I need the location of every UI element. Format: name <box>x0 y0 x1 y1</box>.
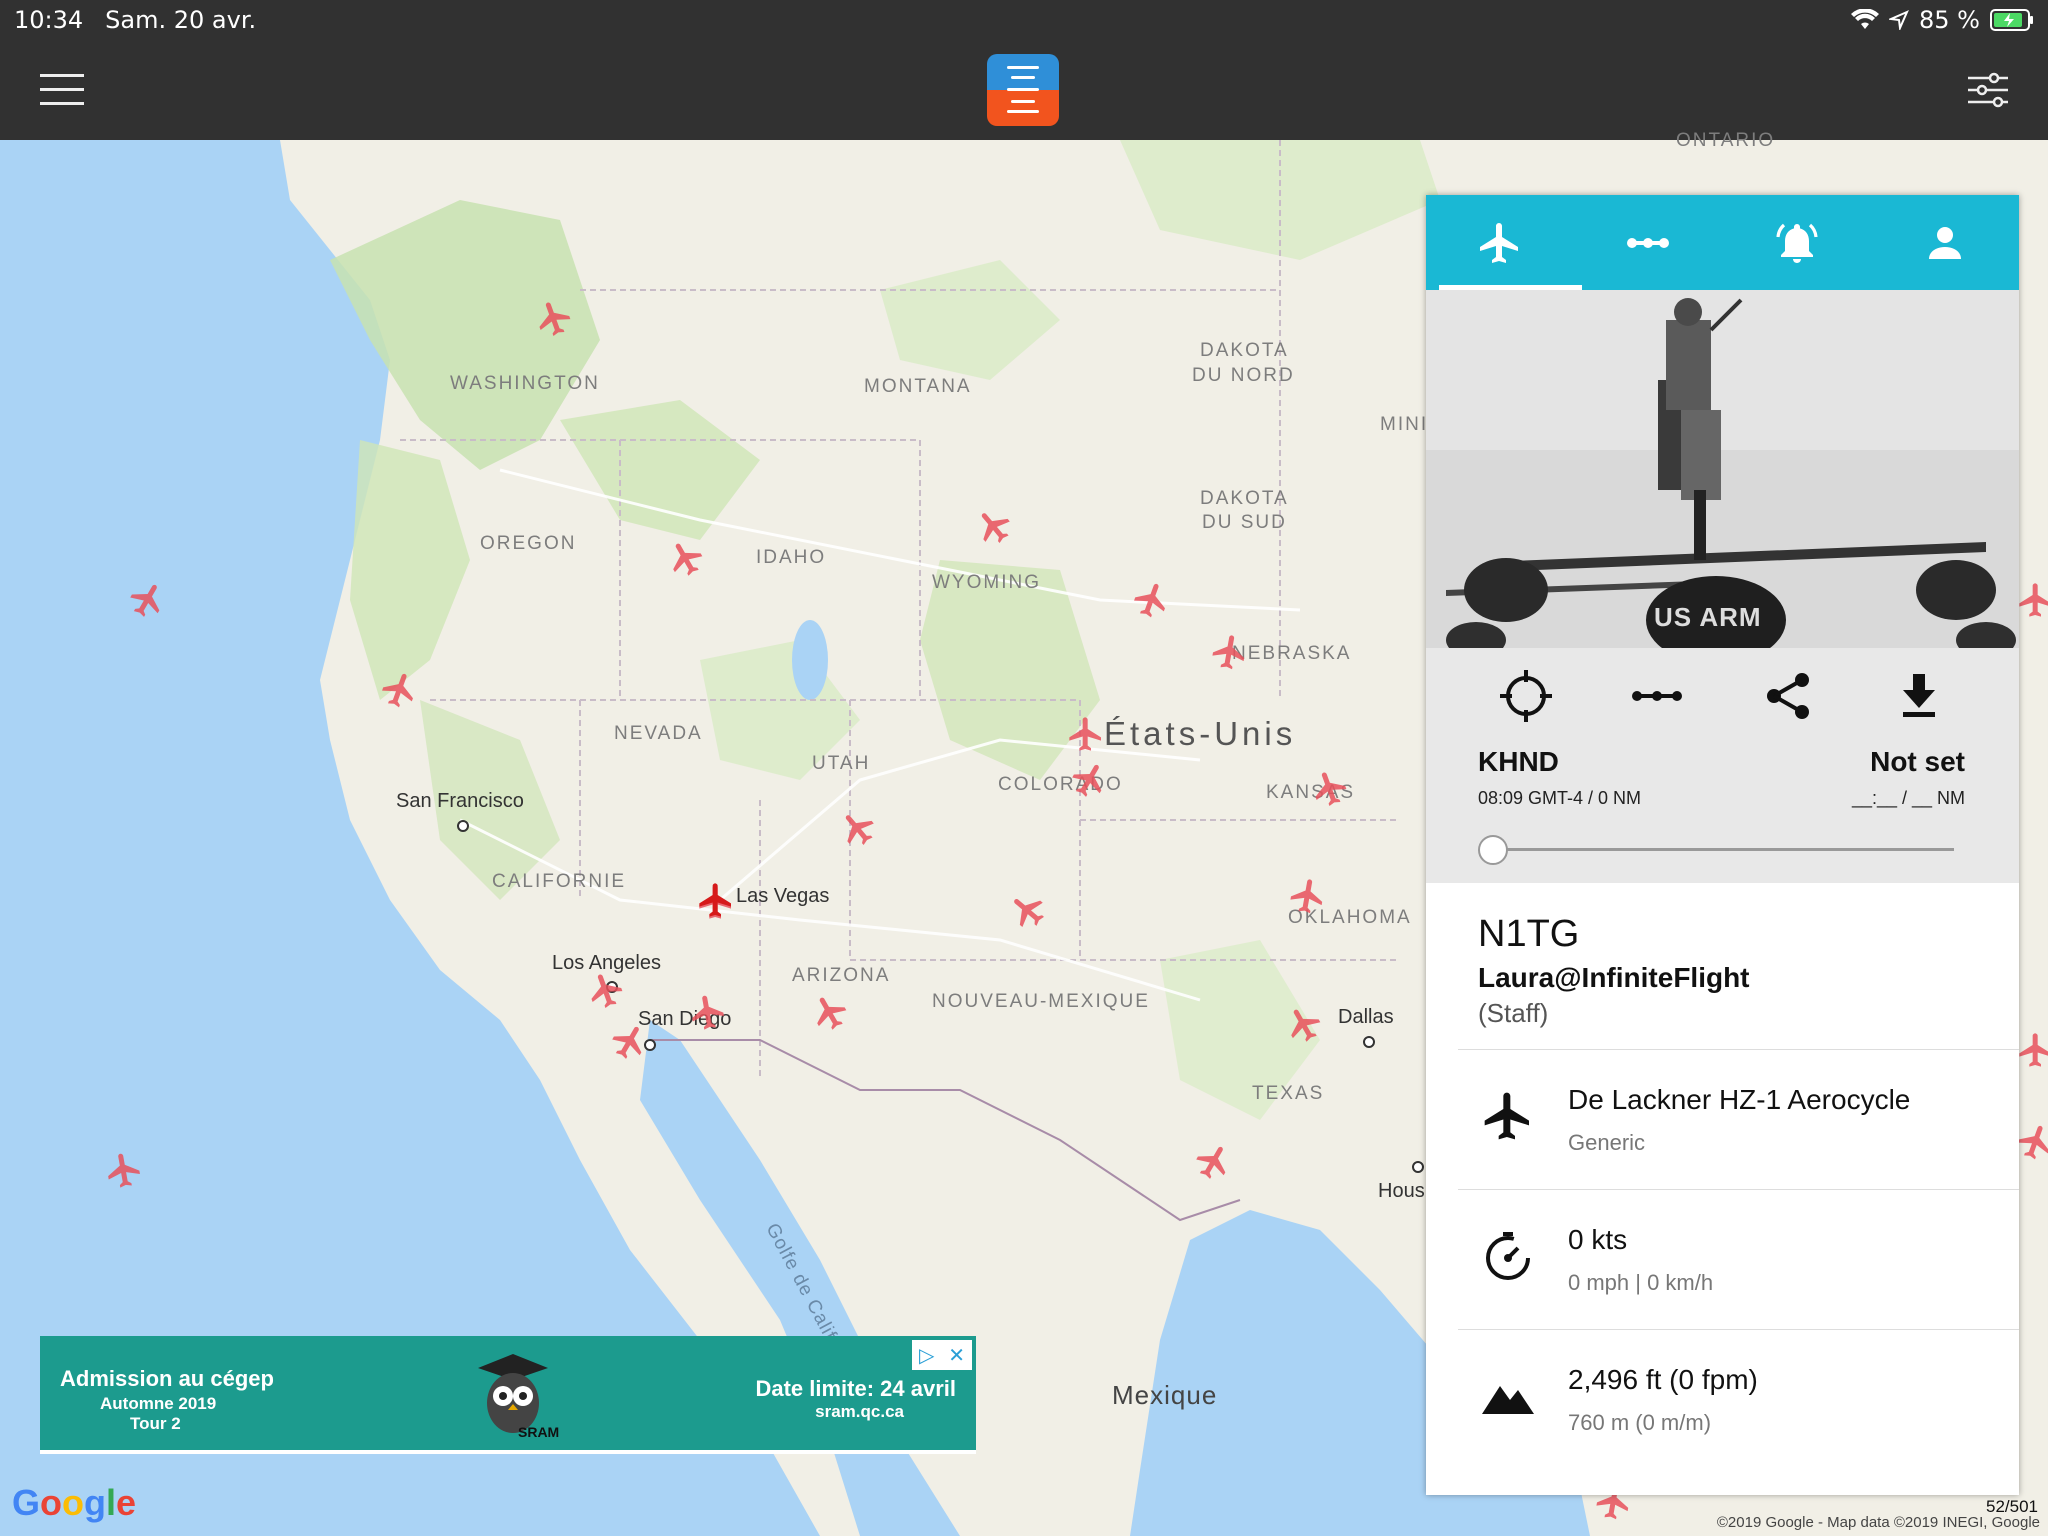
top-bar <box>0 40 2048 140</box>
city-san-francisco: San Francisco <box>396 790 524 812</box>
aircraft-marker-icon[interactable] <box>1207 629 1253 675</box>
callsign: N1TG <box>1478 913 1580 955</box>
airplane-icon <box>1484 1092 1529 1140</box>
airplane-icon <box>1480 222 1519 263</box>
status-date: Sam. 20 avr. <box>105 6 257 34</box>
hamburger-menu-icon[interactable] <box>40 74 84 106</box>
selected-aircraft-marker-icon[interactable] <box>696 880 736 920</box>
share-icon[interactable] <box>1760 668 1816 724</box>
map-label-washington: WASHINGTON <box>450 373 600 394</box>
map-label-oregon: OREGON <box>480 533 577 554</box>
city-houston: Hous <box>1378 1180 1425 1202</box>
map-label-arizona: ARIZONA <box>792 965 891 986</box>
map-label-californie: CALIFORNIE <box>492 871 627 892</box>
app-logo[interactable] <box>987 54 1059 126</box>
map-label-mexique: Mexique <box>1112 1380 1218 1410</box>
altitude-row: 2,496 ft (0 fpm) 760 m (0 m/m) <box>1458 1329 2019 1469</box>
ad-line3: Tour 2 <box>130 1414 181 1433</box>
crosshair-icon[interactable] <box>1498 668 1554 724</box>
aircraft-marker-icon[interactable] <box>1285 873 1331 919</box>
adchoices-icon[interactable]: ▷ <box>919 1343 934 1368</box>
location-arrow-icon <box>1889 10 1909 30</box>
route-progress-slider[interactable] <box>1478 835 1954 865</box>
map-label-etats-unis: États-Unis <box>1104 715 1297 752</box>
map-label-nevada: NEVADA <box>614 723 703 744</box>
altitude-ft: 2,496 ft (0 fpm) <box>1568 1364 1758 1395</box>
flight-path-icon[interactable] <box>1629 668 1685 724</box>
route-icon <box>1627 237 1670 248</box>
route-origin[interactable]: KHND 08:09 GMT-4 / 0 NM <box>1478 746 1641 809</box>
map-label-ontario: ONTARIO <box>1676 130 1776 151</box>
ad-site: sram.qc.ca <box>815 1402 904 1421</box>
map-copyright: ©2019 Google - Map data ©2019 INEGI, Goo… <box>1716 1514 2040 1531</box>
map-label-utah: UTAH <box>812 753 871 774</box>
aircraft-livery: Generic <box>1568 1130 1646 1155</box>
aircraft-marker-icon[interactable] <box>2016 1030 2048 1070</box>
download-icon[interactable] <box>1891 668 1947 724</box>
aircraft-name: De Lackner HZ-1 Aerocycle <box>1568 1084 1911 1115</box>
destination-code: Not set <box>1870 746 1965 777</box>
city-las-vegas: Las Vegas <box>736 885 830 907</box>
panel-tabs <box>1426 195 2019 290</box>
speed-row: 0 kts 0 mph | 0 km/h <box>1458 1189 2019 1329</box>
aircraft-marker-icon[interactable] <box>685 989 731 1035</box>
filter-settings-icon[interactable] <box>1968 70 2008 110</box>
route-section: KHND 08:09 GMT-4 / 0 NM Not set __:__ / … <box>1426 648 2019 883</box>
ad-line2: Automne 2019 <box>100 1394 217 1413</box>
ad-brand: SRAM <box>518 1424 560 1440</box>
tab-alerts[interactable] <box>1723 195 1871 290</box>
wifi-icon <box>1851 9 1880 29</box>
map-label-wyoming: WYOMING <box>932 572 1041 593</box>
altitude-metric: 760 m (0 m/m) <box>1568 1410 1712 1435</box>
map-label-dakota-sud-2: DU SUD <box>1202 512 1287 533</box>
speed-conversions: 0 mph | 0 km/h <box>1568 1270 1714 1295</box>
map-label-texas: TEXAS <box>1252 1083 1325 1104</box>
city-dallas: Dallas <box>1338 1006 1394 1028</box>
aircraft-row[interactable]: De Lackner HZ-1 Aerocycle Generic <box>1458 1049 2019 1189</box>
pilot-role: (Staff) <box>1478 998 1549 1028</box>
ad-banner[interactable]: Admission au cégep Automne 2019 Tour 2 S… <box>40 1336 976 1454</box>
map-label-dakota-nord-2: DU NORD <box>1192 365 1295 386</box>
map-label-mini: MINI <box>1380 414 1429 435</box>
tab-flight[interactable] <box>1426 195 1574 290</box>
ad-title: Admission au cégep <box>60 1366 274 1391</box>
google-logo: Google <box>12 1482 137 1523</box>
speed-kts: 0 kts <box>1568 1224 1628 1255</box>
tab-user[interactable] <box>1871 195 2019 290</box>
ad-deadline: Date limite: 24 avril <box>755 1376 956 1401</box>
speedometer-icon <box>1486 1232 1530 1280</box>
aircraft-marker-icon[interactable] <box>2016 580 2048 620</box>
flight-info-panel: US ARM KHND 08:09 GMT-4 / 0 NM Not set _… <box>1426 195 2019 1495</box>
slider-knob[interactable] <box>1478 835 1508 865</box>
map-label-idaho: IDAHO <box>756 547 827 568</box>
pilot-username[interactable]: Laura@InfiniteFlight <box>1478 962 2019 994</box>
aerocycle-photo-image <box>1426 290 2019 648</box>
battery-percent: 85 % <box>1919 6 1980 34</box>
tab-route[interactable] <box>1574 195 1722 290</box>
status-bar: 10:34 Sam. 20 avr. 85 % <box>0 0 2048 40</box>
bell-icon <box>1776 223 1818 263</box>
map-label-nouveau-mexique: NOUVEAU-MEXIQUE <box>932 991 1150 1012</box>
route-destination[interactable]: Not set __:__ / __ NM <box>1852 746 1965 809</box>
map-label-dakota-sud-1: DAKOTA <box>1200 488 1289 509</box>
origin-detail: 08:09 GMT-4 / 0 NM <box>1478 788 1642 808</box>
aircraft-photo: US ARM <box>1426 290 2019 648</box>
status-time: 10:34 <box>14 6 84 34</box>
ad-close-button[interactable]: ▷ ✕ <box>912 1340 972 1370</box>
battery-icon <box>1990 9 2033 31</box>
flight-identity: N1TG Laura@InfiniteFlight (Staff) <box>1426 883 2019 1029</box>
person-icon <box>1928 226 1961 259</box>
destination-detail: __:__ / __ NM <box>1851 788 1965 808</box>
close-icon[interactable]: ✕ <box>948 1343 965 1368</box>
map-label-dakota-nord-1: DAKOTA <box>1200 340 1289 361</box>
aircraft-marker-icon[interactable] <box>1066 714 1106 754</box>
mountain-icon <box>1482 1386 1534 1414</box>
photo-text: US ARM <box>1654 602 1762 632</box>
map-label-montana: MONTANA <box>864 376 972 397</box>
origin-code: KHND <box>1478 746 1559 777</box>
aircraft-marker-icon[interactable] <box>101 1147 147 1193</box>
